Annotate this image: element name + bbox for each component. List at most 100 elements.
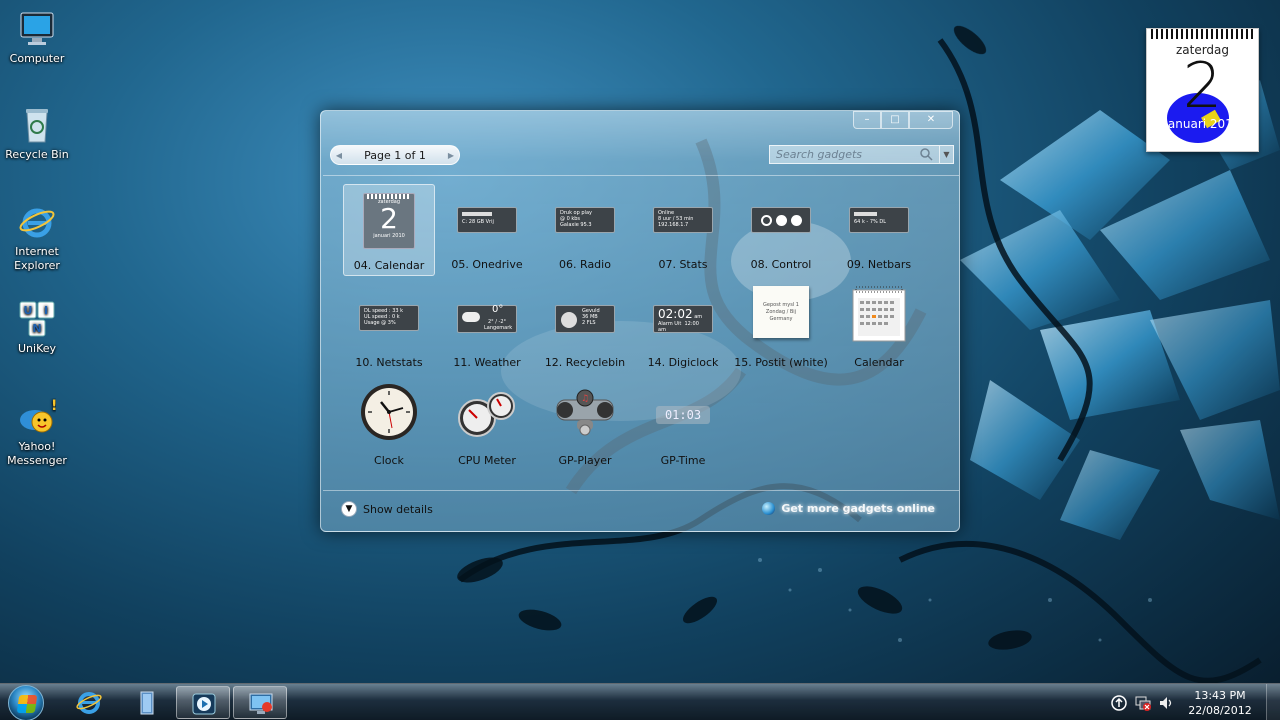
chevron-down-icon: ▼ [341,501,357,517]
gadget-tile-09-netbars[interactable]: 64 k - 7% DL 09. Netbars [833,184,925,276]
network-icon[interactable] [1135,695,1151,711]
minimize-button[interactable]: – [853,111,881,129]
gadget-tile-07-stats[interactable]: Online 8 uur / 53 min 192.168.1.7 07. St… [637,184,729,276]
svg-text:I: I [44,304,48,317]
desktop-icon-recycle-bin[interactable]: Recycle Bin [4,106,70,162]
gadget-name: 10. Netstats [355,356,423,369]
stats-thumb: Online 8 uur / 53 min 192.168.1.7 [653,207,713,233]
calendar-thumb-month: januari 2010 [373,233,405,239]
taskbar-internet-explorer[interactable] [62,686,116,719]
onedrive-thumb-text: C: 28 GB Vrij [462,219,494,225]
netstats-thumb: DL speed : 33 k UL speed : 0 k Usage @ 3… [359,305,419,331]
gadget-tile-gp-time[interactable]: 01:03 GP-Time [637,380,729,472]
netstats-thumb-line3: Usage @ 3% [364,320,396,326]
digiclock-thumb: 02:02 am Alarm Uit 12:00 am [653,305,713,333]
gadget-tile-cpu-meter[interactable]: CPU Meter [441,380,533,472]
desktop-icon-label: Recycle Bin [5,148,69,161]
window-controls: – □ ✕ [853,111,953,129]
page-label: Page 1 of 1 [364,148,426,162]
calendar-month-thumb [852,286,906,342]
desktop-icon-internet-explorer[interactable]: Internet Explorer [4,203,70,273]
page-navigator: ◀ Page 1 of 1 ▶ [330,145,460,165]
close-button[interactable]: ✕ [909,111,953,129]
digiclock-thumb-time: 02:02 [658,307,693,321]
postit-thumb: Gepost mysl 1 Zondag / Bij Germany [753,286,809,338]
action-center-icon[interactable] [1111,695,1127,711]
search-dropdown-icon[interactable]: ▼ [939,146,953,163]
gadget-tile-06-radio[interactable]: Druk op play @ 0 kbs Galaxie 95.3 06. Ra… [539,184,631,276]
control-switch-icon [790,214,802,226]
desktop-icon-label: UniKey [17,342,57,355]
desktop-icon-yahoo-messenger[interactable]: ! Yahoo! Messenger [4,398,70,468]
desktop-icon-label: Yahoo! Messenger [7,440,67,467]
desktop-icon-computer[interactable]: Computer [4,10,70,66]
gadget-tile-clock[interactable]: Clock [343,380,435,472]
gadget-tile-12-recyclebin[interactable]: Gevuld 36 MB 2 FLS 12. Recyclebin [539,282,631,374]
gadget-name: CPU Meter [458,454,516,467]
stats-thumb-line3: 192.168.1.7 [658,222,689,228]
next-page-icon[interactable]: ▶ [443,151,459,160]
gadget-name: 14. Digiclock [647,356,719,369]
gadget-name: 08. Control [750,258,812,271]
netbars-thumb-text: 64 k - 7% DL [854,219,886,225]
onedrive-thumb: C: 28 GB Vrij [457,207,517,233]
gadget-name: 06. Radio [559,258,611,271]
internet-explorer-icon [76,692,102,714]
unikey-icon: U I N [19,301,55,337]
recycle-thumb-line3: 2 FLS [582,320,596,326]
control-thumb [751,207,811,233]
calendar-gadget[interactable]: zaterdag 2 januari 2010 [1146,28,1259,152]
gadget-name: 15. Postit (white) [734,356,828,369]
get-more-gadgets-label: Get more gadgets online [781,502,935,515]
gadget-name: 12. Recyclebin [544,356,626,369]
show-desktop-button[interactable] [1266,684,1280,720]
gadget-tile-10-netstats[interactable]: DL speed : 33 k UL speed : 0 k Usage @ 3… [343,282,435,374]
prev-page-icon[interactable]: ◀ [331,151,347,160]
taskbar-clock[interactable]: 13:43 PM 22/08/2012 [1184,688,1256,718]
maximize-button[interactable]: □ [881,111,909,129]
gadget-tile-04-calendar[interactable]: zaterdag 2 januari 2010 04. Calendar [343,184,435,276]
show-details-label: Show details [363,502,433,516]
netbars-bar [854,212,877,216]
show-details-toggle[interactable]: ▼ Show details [341,501,433,517]
svg-text:U: U [24,304,33,317]
windows-logo-icon [16,695,38,713]
computer-icon [20,12,54,45]
desktop-icon-label: Internet Explorer [14,245,60,272]
taskbar-libraries[interactable] [119,686,173,719]
recyclebin-thumb: Gevuld 36 MB 2 FLS [555,305,615,333]
gadget-name: 09. Netbars [846,258,912,271]
gp-time-thumb: 01:03 [656,406,710,424]
gadget-tile-gp-player[interactable]: ♫ GP-Player [539,380,631,472]
gadget-name: Calendar [854,356,904,369]
gadget-tile-14-digiclock[interactable]: 02:02 am Alarm Uit 12:00 am 14. Digicloc… [637,282,729,374]
search-gadgets-input[interactable]: Search gadgets ▼ [769,145,954,164]
clock-time: 13:43 PM [1194,689,1246,702]
get-more-gadgets-link[interactable]: Get more gadgets online [762,502,935,515]
gp-time-thumb-text: 01:03 [664,408,702,422]
svg-text:♫: ♫ [581,394,589,404]
desktop-icon-unikey[interactable]: U I N UniKey [4,300,70,356]
gp-player-icon: ♫ [556,389,614,436]
taskbar-media-player[interactable] [176,686,230,719]
svg-text:!: ! [51,398,56,414]
search-icon[interactable] [919,147,933,161]
gadget-tile-15-postit-white[interactable]: Gepost mysl 1 Zondag / Bij Germany 15. P… [734,282,828,374]
radio-thumb: Druk op play @ 0 kbs Galaxie 95.3 [555,207,615,233]
gadget-name: 04. Calendar [353,259,425,272]
gadgets-icon [249,693,273,714]
calendar-thumb: zaterdag 2 januari 2010 [363,193,415,249]
gadget-tile-08-control[interactable]: 08. Control [735,184,827,276]
volume-icon[interactable] [1158,695,1174,711]
postit-thumb-text: Gepost mysl 1 Zondag / Bij Germany [763,302,799,322]
gadget-tile-05-onedrive[interactable]: C: 28 GB Vrij 05. Onedrive [441,184,533,276]
start-button[interactable] [8,685,44,720]
gadget-tile-11-weather[interactable]: 0° 2° / -2° Langemark 11. Weather [441,282,533,374]
internet-explorer-icon [19,208,55,238]
desktop-icon-label: Computer [9,52,65,65]
recycle-bin-icon [26,109,48,143]
clock-date: 22/08/2012 [1188,704,1252,717]
gadget-grid: zaterdag 2 januari 2010 04. Calendar C: … [323,175,959,491]
gadget-tile-calendar[interactable]: Calendar [833,282,925,374]
taskbar-gadgets[interactable] [233,686,287,719]
